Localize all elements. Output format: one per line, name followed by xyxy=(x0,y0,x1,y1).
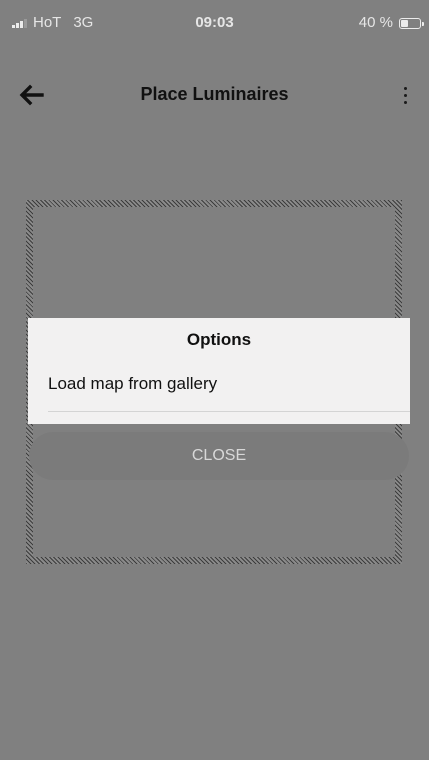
status-bar: HoT 3G 09:03 40 % xyxy=(0,0,429,40)
app-bar: Place Luminaires xyxy=(0,72,429,118)
battery-icon xyxy=(399,17,424,29)
battery-fill xyxy=(401,19,409,27)
dialog-divider xyxy=(48,411,410,412)
page-title: Place Luminaires xyxy=(140,84,289,104)
options-dialog: Options Load map from gallery xyxy=(28,318,410,424)
close-button[interactable]: CLOSE xyxy=(29,432,409,480)
load-map-from-gallery-option[interactable]: Load map from gallery xyxy=(48,374,217,394)
more-vertical-icon xyxy=(403,86,407,90)
status-bar-right: 40 % xyxy=(358,14,424,32)
dialog-title: Options xyxy=(186,330,252,349)
more-options-button[interactable] xyxy=(393,78,417,112)
battery-percent: 40 % xyxy=(358,14,393,31)
